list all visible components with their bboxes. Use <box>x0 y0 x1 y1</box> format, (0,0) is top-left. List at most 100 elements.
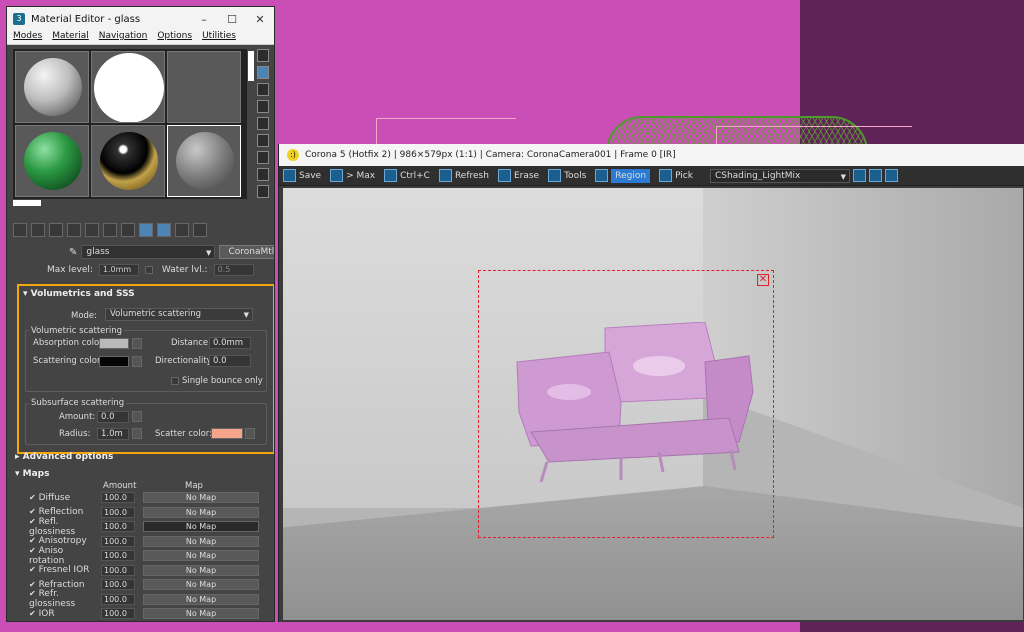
material-slot[interactable] <box>91 51 165 123</box>
erase-icon[interactable] <box>497 169 511 182</box>
menu-navigation[interactable]: Navigation <box>99 31 148 44</box>
show-end-result-icon[interactable] <box>157 223 171 237</box>
map-row-label[interactable]: ✔ IOR <box>29 609 101 619</box>
render-region-box[interactable] <box>478 270 774 538</box>
map-amount-spinner[interactable]: 100.0 <box>101 593 135 605</box>
directionality-spinner[interactable]: 0.0 <box>209 355 251 367</box>
maps-header[interactable]: ▾ Maps <box>15 469 50 479</box>
show-shaded-icon[interactable] <box>139 223 153 237</box>
material-slot[interactable] <box>91 125 165 197</box>
erase-button[interactable]: Erase <box>514 171 539 181</box>
material-slot[interactable] <box>167 51 241 123</box>
maximize-icon[interactable]: ☐ <box>218 13 246 26</box>
assign-to-selection-icon[interactable] <box>49 223 63 237</box>
save-button[interactable]: Save <box>299 171 321 181</box>
map-amount-spinner[interactable]: 100.0 <box>101 579 135 590</box>
make-unique-icon[interactable] <box>85 223 99 237</box>
minimize-icon[interactable]: – <box>190 13 218 26</box>
sss-header[interactable]: ▾ Volumetrics and SSS <box>23 289 135 299</box>
map-slot-button[interactable]: No Map <box>143 593 259 605</box>
background-icon[interactable] <box>257 83 269 96</box>
absorption-map-button[interactable] <box>132 338 142 349</box>
material-slot-selected[interactable] <box>167 125 241 197</box>
map-amount-spinner[interactable]: 100.0 <box>101 550 135 561</box>
material-slot[interactable] <box>15 125 89 197</box>
go-forward-sibling-icon[interactable] <box>193 223 207 237</box>
material-name-dropdown[interactable]: glass ▼ <box>81 245 216 259</box>
map-row-label[interactable]: ✔ Refl. glossiness <box>29 517 101 537</box>
material-slot[interactable] <box>15 51 89 123</box>
map-row-label[interactable]: ✔ Refraction <box>29 580 101 590</box>
map-row-label[interactable]: ✔ Reflection <box>29 507 101 517</box>
tools-button[interactable]: Tools <box>564 171 586 181</box>
scatter-map-button[interactable] <box>245 428 255 439</box>
save-icon[interactable] <box>283 169 296 182</box>
close-icon[interactable]: ✕ <box>246 13 274 26</box>
map-row-label[interactable]: ✔ Anisotropy <box>29 536 101 546</box>
refresh-button[interactable]: Refresh <box>455 171 489 181</box>
menu-options[interactable]: Options <box>157 31 192 44</box>
slots-vertical-scrollbar[interactable] <box>248 51 254 81</box>
advanced-options-header[interactable]: ▸ Advanced options <box>15 452 113 462</box>
menu-material[interactable]: Material <box>52 31 89 44</box>
mode-dropdown[interactable]: Volumetric scattering ▼ <box>105 308 253 321</box>
slots-horizontal-scrollbar[interactable] <box>13 200 41 206</box>
map-slot-button[interactable]: No Map <box>143 608 259 619</box>
put-to-scene-icon[interactable] <box>31 223 45 237</box>
region-icon[interactable] <box>595 169 609 182</box>
region-button[interactable]: Region <box>611 168 651 183</box>
map-row-label[interactable]: ✔ Refr. glossiness <box>29 589 101 609</box>
map-row-label[interactable]: ✔ Aniso rotation <box>29 546 101 566</box>
material-id-icon[interactable] <box>121 223 135 237</box>
to-max-icon[interactable] <box>330 169 344 182</box>
select-by-material-icon[interactable] <box>257 168 269 181</box>
map-slot-button[interactable]: No Map <box>143 579 259 590</box>
distance-spinner[interactable]: 0.0mm <box>209 337 251 349</box>
material-navigator-icon[interactable] <box>257 185 269 198</box>
amount-spinner[interactable]: 0.0 <box>97 411 129 423</box>
backlight-icon[interactable] <box>257 66 269 79</box>
radius-map-button[interactable] <box>132 428 142 439</box>
scatter-color-swatch[interactable] <box>211 428 243 439</box>
pick-button[interactable]: Pick <box>675 171 693 181</box>
copy-button[interactable]: Ctrl+C <box>400 171 430 181</box>
map-amount-spinner[interactable]: 100.0 <box>101 535 135 547</box>
max-level-spinner[interactable]: 1.0mm <box>98 264 139 276</box>
map-row-label[interactable]: ✔ Diffuse <box>29 493 101 503</box>
scattering-color-swatch[interactable] <box>99 356 129 367</box>
video-color-check-icon[interactable] <box>257 117 269 130</box>
to-max-button[interactable]: > Max <box>346 171 375 181</box>
map-amount-spinner[interactable]: 100.0 <box>101 564 135 576</box>
radius-spinner[interactable]: 1.0m <box>97 428 129 440</box>
map-amount-spinner[interactable]: 100.0 <box>101 492 135 503</box>
refresh-icon[interactable] <box>438 169 452 182</box>
map-row-label[interactable]: ✔ Fresnel IOR <box>29 565 101 575</box>
amount-map-button[interactable] <box>132 411 142 422</box>
material-type-button[interactable]: CoronaMtl <box>219 245 274 259</box>
zoom-fit-icon[interactable] <box>884 169 898 182</box>
tools-icon[interactable] <box>548 169 562 182</box>
close-region-icon[interactable]: ✕ <box>757 274 769 286</box>
map-slot-button[interactable]: No Map <box>143 564 259 576</box>
make-preview-icon[interactable] <box>257 134 269 147</box>
single-bounce-checkbox[interactable]: Single bounce only <box>171 376 263 386</box>
render-output[interactable]: ✕ <box>283 188 1023 620</box>
menu-utilities[interactable]: Utilities <box>202 31 236 44</box>
map-amount-spinner[interactable]: 100.0 <box>101 521 135 532</box>
water-level-spinner[interactable]: 0.5 <box>213 264 254 276</box>
eyedropper-icon[interactable]: ✎ <box>69 247 77 258</box>
get-material-icon[interactable] <box>13 223 27 237</box>
map-amount-spinner[interactable]: 100.0 <box>101 506 135 518</box>
absorption-color-swatch[interactable] <box>99 338 129 349</box>
zoom-in-icon[interactable] <box>852 169 866 182</box>
water-level-checkbox[interactable] <box>144 266 153 274</box>
lightmix-dropdown[interactable]: CShading_LightMix ▼ <box>709 168 850 183</box>
map-amount-spinner[interactable]: 100.0 <box>101 608 135 619</box>
map-slot-button[interactable]: No Map <box>143 492 259 503</box>
uv-tiling-icon[interactable] <box>257 100 269 113</box>
reset-map-icon[interactable] <box>67 223 81 237</box>
scattering-map-button[interactable] <box>132 356 142 367</box>
pick-icon[interactable] <box>659 169 673 182</box>
zoom-out-icon[interactable] <box>868 169 882 182</box>
menu-modes[interactable]: Modes <box>13 31 42 44</box>
